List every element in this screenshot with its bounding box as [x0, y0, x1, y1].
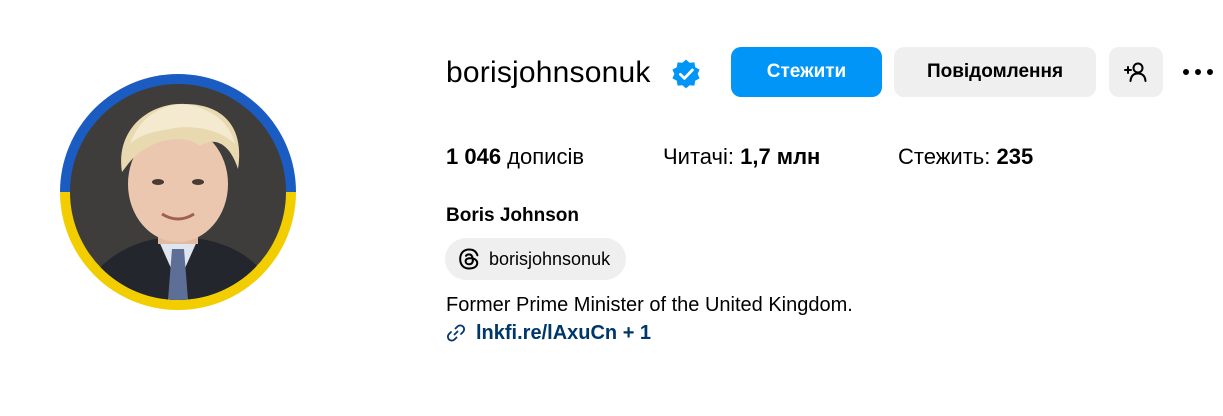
avatar-ring[interactable]: [60, 74, 296, 310]
message-button[interactable]: Повідомлення: [894, 47, 1096, 97]
external-link-text[interactable]: lnkfi.re/lAxuCn + 1: [476, 322, 651, 345]
follow-button[interactable]: Стежити: [731, 47, 882, 97]
avatar-photo: [70, 84, 286, 300]
verified-badge-icon: [672, 59, 700, 89]
profile-username: borisjohnsonuk: [446, 56, 651, 89]
more-options-icon[interactable]: [1180, 60, 1220, 84]
threads-link-pill[interactable]: borisjohnsonuk: [445, 238, 626, 280]
following-label: Стежить:: [898, 144, 997, 169]
profile-bio: Former Prime Minister of the United King…: [446, 294, 853, 316]
add-user-icon: [1124, 62, 1147, 82]
profile-full-name: Boris Johnson: [446, 205, 580, 226]
following-count-value: 235: [996, 144, 1034, 169]
followers-stat[interactable]: Читачі: 1,7 млн: [663, 143, 820, 171]
external-link[interactable]: lnkfi.re/lAxuCn + 1: [446, 320, 651, 346]
avatar[interactable]: [70, 84, 286, 300]
followers-label: Читачі:: [663, 144, 741, 169]
followers-count-value: 1,7 млн: [740, 144, 821, 169]
threads-icon: [459, 248, 479, 270]
following-stat[interactable]: Стежить: 235: [898, 143, 1033, 171]
posts-count-value: 1 046: [446, 144, 502, 169]
posts-count-stat: 1 046 дописів: [446, 143, 584, 171]
posts-count-label: дописів: [501, 144, 585, 169]
add-user-button[interactable]: [1109, 47, 1163, 97]
threads-handle: borisjohnsonuk: [489, 248, 611, 269]
link-icon: [446, 324, 466, 342]
